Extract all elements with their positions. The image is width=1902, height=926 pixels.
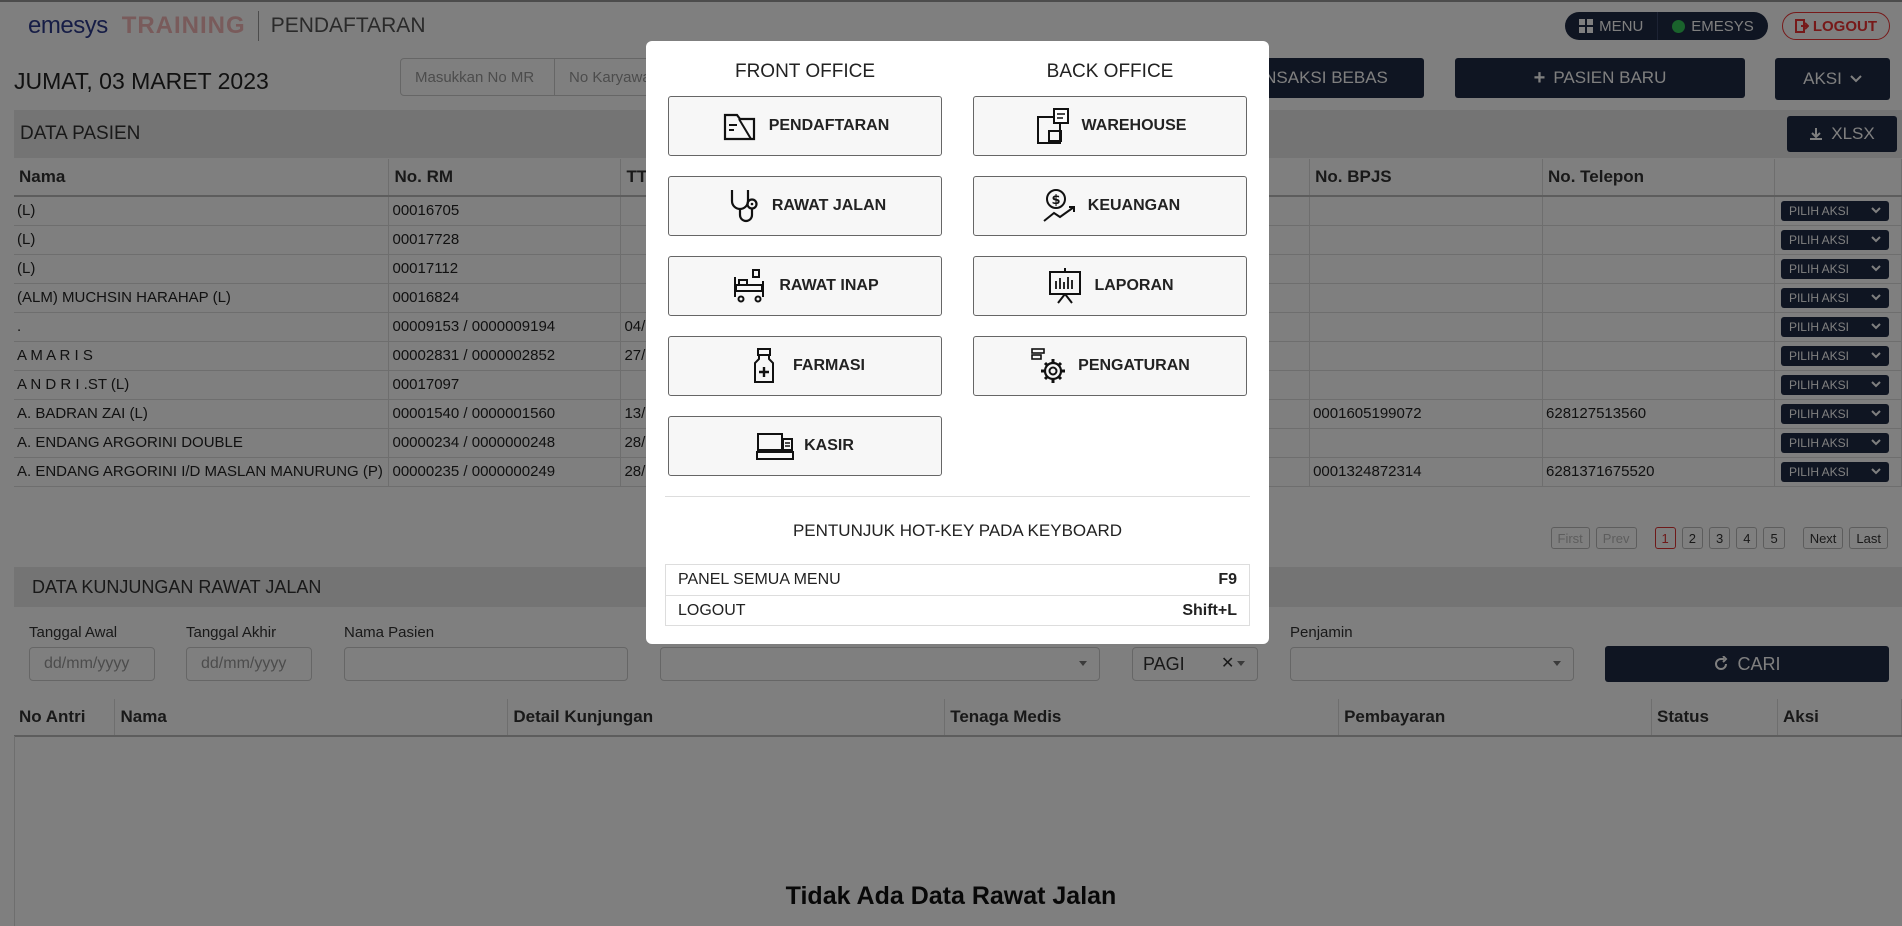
menu-pendaftaran-button[interactable]: PENDAFTARAN	[668, 96, 942, 156]
stethoscope-icon	[730, 190, 758, 223]
registration-icon	[723, 113, 755, 141]
cash-register-icon	[756, 433, 795, 460]
menu-rawat-jalan-label: RAWAT JALAN	[771, 197, 887, 214]
hotkey-row: LOGOUT Shift+L	[666, 595, 1249, 625]
warehouse-icon	[1036, 108, 1069, 144]
hotkey-key: F9	[1218, 571, 1237, 588]
menu-warehouse-button[interactable]: WAREHOUSE	[973, 96, 1247, 156]
front-office-title: FRONT OFFICE	[734, 61, 876, 82]
modal-divider	[665, 496, 1250, 497]
hotkey-action: PANEL SEMUA MENU	[678, 571, 841, 588]
svg-text:$: $	[1051, 193, 1060, 208]
finance-icon: $	[1043, 189, 1075, 222]
menu-pendaftaran-label: PENDAFTARAN	[768, 117, 890, 134]
menu-laporan-label: LAPORAN	[1094, 277, 1174, 294]
hotkey-row: PANEL SEMUA MENU F9	[666, 565, 1249, 595]
menu-warehouse-label: WAREHOUSE	[1081, 117, 1187, 134]
report-board-icon	[1049, 268, 1082, 304]
hospital-bed-icon	[734, 269, 765, 303]
medicine-bottle-icon	[754, 348, 774, 383]
menu-rawat-inap-button[interactable]: RAWAT INAP	[668, 256, 942, 316]
menu-kasir-button[interactable]: KASIR	[668, 416, 942, 476]
settings-gear-icon	[1031, 348, 1066, 383]
hotkey-action: LOGOUT	[678, 601, 746, 619]
hotkey-table: PANEL SEMUA MENU F9 LOGOUT Shift+L	[665, 564, 1250, 626]
menu-kasir-label: KASIR	[804, 437, 854, 454]
menu-rawat-inap-label: RAWAT INAP	[779, 277, 879, 294]
menu-keuangan-button[interactable]: $ KEUANGAN	[973, 176, 1247, 236]
menu-farmasi-button[interactable]: FARMASI	[668, 336, 942, 396]
back-office-title: BACK OFFICE	[1046, 61, 1174, 82]
menu-laporan-button[interactable]: LAPORAN	[973, 256, 1247, 316]
menu-keuangan-label: KEUANGAN	[1087, 197, 1181, 214]
hotkey-key: Shift+L	[1182, 601, 1237, 619]
menu-pengaturan-button[interactable]: PENGATURAN	[973, 336, 1247, 396]
menu-rawat-jalan-button[interactable]: RAWAT JALAN	[668, 176, 942, 236]
menu-pengaturan-label: PENGATURAN	[1078, 357, 1190, 374]
menu-modal: FRONT OFFICE BACK OFFICE PENDAFTARAN RAW…	[646, 41, 1269, 644]
menu-farmasi-label: FARMASI	[793, 357, 865, 374]
hotkey-title: PENTUNJUK HOT-KEY PADA KEYBOARD	[792, 521, 1123, 540]
